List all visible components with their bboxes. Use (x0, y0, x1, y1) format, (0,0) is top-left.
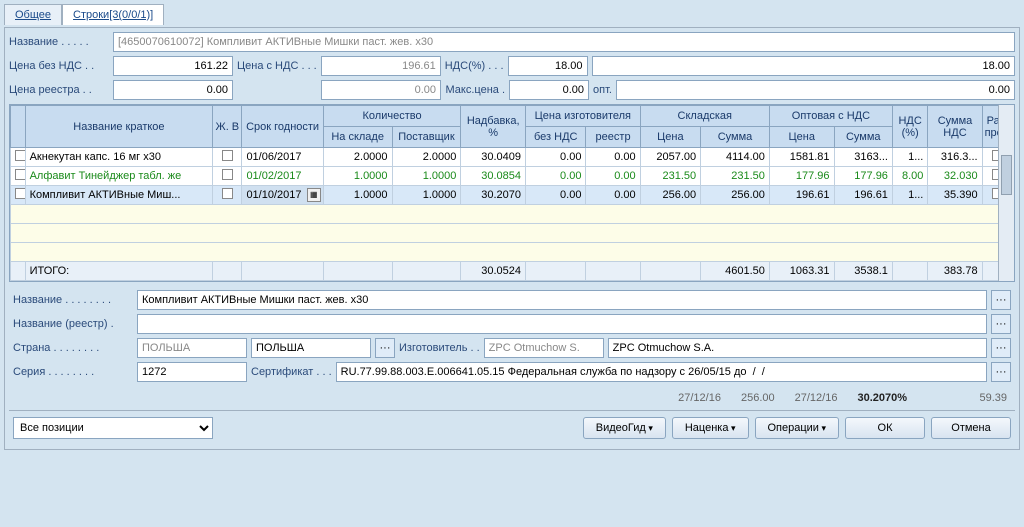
col-wprice[interactable]: Цена (640, 127, 700, 148)
label-lower-registry: Название (реестр) . (13, 318, 133, 330)
lower-registry-ellipsis-button[interactable]: ··· (991, 314, 1011, 334)
mfr2-input[interactable] (608, 338, 987, 358)
price-vat-input[interactable] (321, 56, 441, 76)
jv-checkbox[interactable] (222, 150, 233, 161)
mfr1-input[interactable] (484, 338, 604, 358)
country1-input[interactable] (137, 338, 247, 358)
col-wsum[interactable]: Сумма (701, 127, 770, 148)
col-wholesale[interactable]: Оптовая с НДС (769, 106, 892, 127)
label-registry-price: Цена реестра . . (9, 84, 109, 96)
col-jv[interactable]: Ж. В (213, 106, 242, 148)
label-vat-pct: НДС(%) . . . (445, 60, 504, 72)
label-series: Серия . . . . . . . . (13, 366, 133, 378)
videoguide-button[interactable]: ВидеоГид (583, 417, 666, 439)
col-vat-pct[interactable]: НДС (%) (892, 106, 927, 148)
totals-vatsum: 383.78 (928, 262, 982, 281)
label-max-price: Макс.цена . (445, 84, 505, 96)
row-checkbox[interactable] (15, 188, 25, 199)
series-input[interactable] (137, 362, 247, 382)
col-registry[interactable]: реестр (586, 127, 640, 148)
cancel-button[interactable]: Отмена (931, 417, 1011, 439)
table-row[interactable]: Акнекутан капс. 16 мг x30 01/06/2017 2.0… (11, 148, 1014, 167)
col-vat-sum[interactable]: Сумма НДС (928, 106, 982, 148)
totals-oprice: 1063.31 (769, 262, 834, 281)
label-price-vat: Цена с НДС . . . (237, 60, 317, 72)
label-opt: опт. (593, 84, 612, 96)
col-expiry[interactable]: Срок годности (242, 106, 323, 148)
country2-input[interactable] (251, 338, 371, 358)
max-price-input[interactable] (509, 80, 589, 100)
label-lower-name: Название . . . . . . . . (13, 294, 133, 306)
tab-lines[interactable]: Строки[3(0/0/1)] (62, 4, 164, 25)
col-warehouse[interactable]: Складская (640, 106, 769, 127)
name-input[interactable] (113, 32, 1015, 52)
lower-registry-input[interactable] (137, 314, 987, 334)
opt-input[interactable] (616, 80, 1015, 100)
footer-val1: 256.00 (741, 392, 775, 404)
cert-ellipsis-button[interactable]: ··· (991, 362, 1011, 382)
label-country: Страна . . . . . . . . (13, 342, 133, 354)
footer-date2: 27/12/16 (795, 392, 838, 404)
ok-button[interactable]: ОК (845, 417, 925, 439)
col-mfr-price[interactable]: Цена изготовителя (525, 106, 640, 127)
cert-input[interactable] (336, 362, 987, 382)
jv-checkbox[interactable] (222, 188, 233, 199)
col-novat[interactable]: без НДС (525, 127, 585, 148)
footer-pct: 30.2070% (857, 392, 907, 404)
row-checkbox[interactable] (15, 169, 25, 180)
totals-wsum: 4601.50 (701, 262, 770, 281)
col-quantity[interactable]: Количество (323, 106, 461, 127)
col-markup[interactable]: Надбавка, % (461, 106, 526, 148)
data-grid[interactable]: Название краткое Ж. В Срок годности Коли… (10, 105, 1014, 281)
totals-label: ИТОГО: (25, 262, 213, 281)
mfr-ellipsis-button[interactable]: ··· (991, 338, 1011, 358)
footer-date1: 27/12/16 (678, 392, 721, 404)
totals-markup: 30.0524 (461, 262, 526, 281)
positions-combo[interactable]: Все позиции (13, 417, 213, 439)
row-checkbox[interactable] (15, 150, 25, 161)
country-ellipsis-button[interactable]: ··· (375, 338, 395, 358)
jv-checkbox[interactable] (222, 169, 233, 180)
col-supplier[interactable]: Поставщик (392, 127, 461, 148)
table-row[interactable]: Компливит АКТИВные Миш... 01/10/2017▦ 1.… (11, 186, 1014, 205)
label-price-novat: Цена без НДС . . (9, 60, 109, 72)
markup-button[interactable]: Наценка (672, 417, 749, 439)
col-shortname[interactable]: Название краткое (25, 106, 213, 148)
col-oprice[interactable]: Цена (769, 127, 834, 148)
label-mfr: Изготовитель . . (399, 342, 480, 354)
tab-general[interactable]: Общее (4, 4, 62, 25)
operations-button[interactable]: Операции (755, 417, 840, 439)
lower-name-ellipsis-button[interactable]: ··· (991, 290, 1011, 310)
price-novat-input[interactable] (113, 56, 233, 76)
lower-name-input[interactable] (137, 290, 987, 310)
totals-osum: 3538.1 (834, 262, 892, 281)
calendar-icon[interactable]: ▦ (307, 188, 321, 202)
registry-price-input[interactable] (113, 80, 233, 100)
col-instock[interactable]: На складе (323, 127, 392, 148)
grid-scrollbar[interactable] (998, 105, 1014, 281)
vat-right-input[interactable] (592, 56, 1015, 76)
vat-pct-input[interactable] (508, 56, 588, 76)
blank-zero-input (321, 80, 441, 100)
label-name: Название . . . . . (9, 36, 109, 48)
col-osum[interactable]: Сумма (834, 127, 892, 148)
label-cert: Сертификат . . . (251, 366, 332, 378)
footer-total: 59.39 (927, 392, 1007, 404)
table-row[interactable]: Алфавит Тинейджер табл. же 01/02/2017 1.… (11, 167, 1014, 186)
